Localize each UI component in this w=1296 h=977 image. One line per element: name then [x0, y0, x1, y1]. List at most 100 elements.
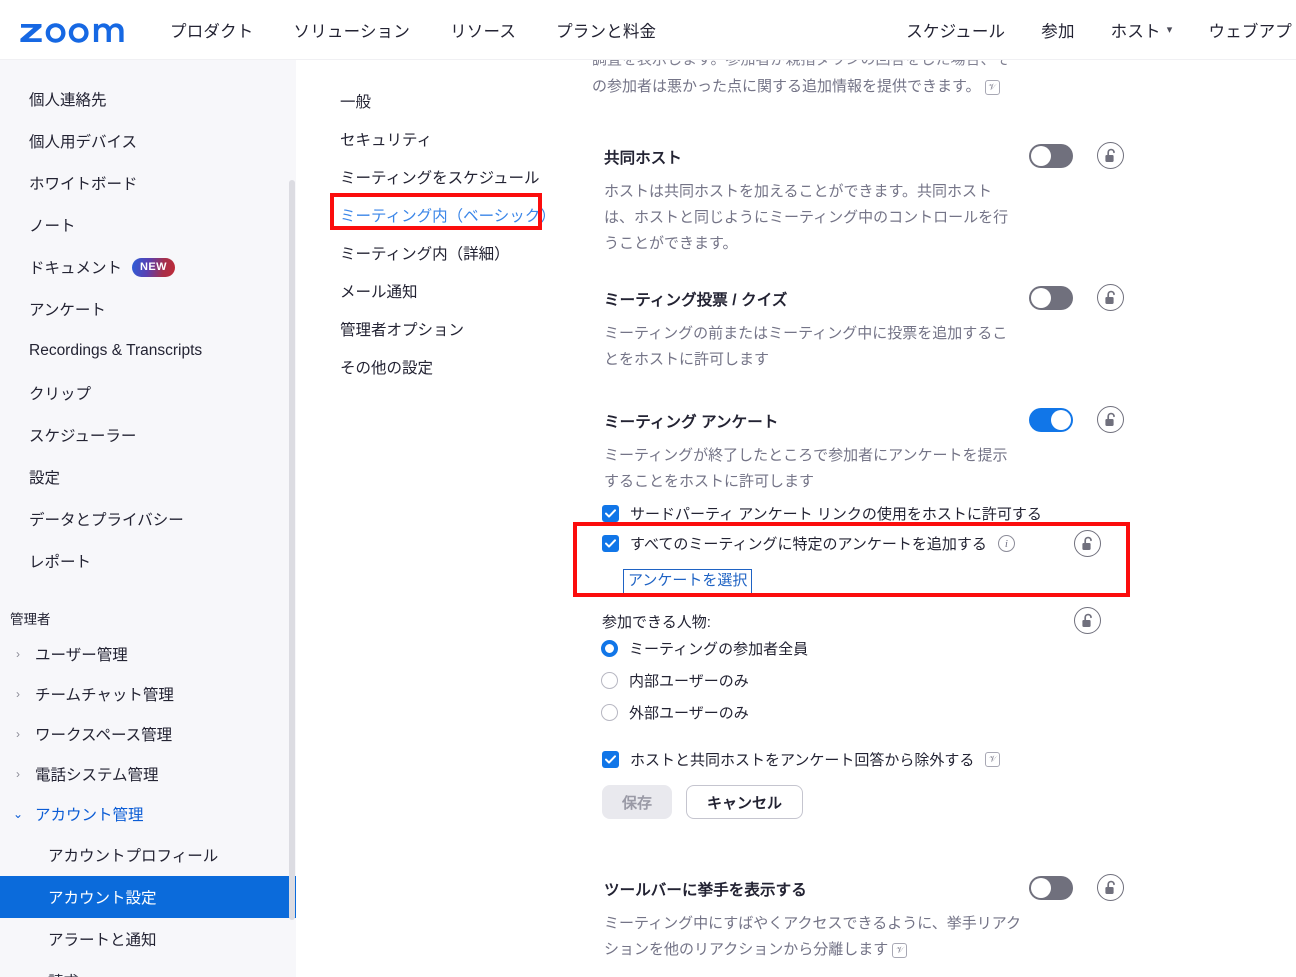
sidebar-item-account-profile[interactable]: アカウントプロフィール: [0, 834, 296, 876]
sidebar-item-billing[interactable]: 請求: [0, 960, 296, 977]
sidebar-item-label: ユーザー管理: [35, 647, 128, 664]
sidebar-item-label: クリップ: [29, 386, 92, 403]
specific-survey-checkbox[interactable]: [602, 535, 619, 552]
save-button[interactable]: 保存: [602, 785, 673, 819]
truncated-description: 調査を表示します。参加者が親指ダウンの回答をした場合、そ の参加者は悪かった点に…: [592, 60, 1012, 100]
nav-item-products[interactable]: プロダクト: [170, 18, 254, 42]
sidebar-item-account-settings[interactable]: アカウント設定: [0, 876, 296, 918]
sidebar-item-personal-contacts[interactable]: 個人連絡先: [0, 78, 296, 120]
checkbox-label: ホストと共同ホストをアンケート回答から除外する: [630, 752, 975, 769]
subnav-item-label: セキュリティ: [340, 132, 433, 149]
sidebar-item-account-management[interactable]: ⌄ アカウント管理: [0, 794, 296, 834]
radio-label: ミーティングの参加者全員: [629, 641, 809, 658]
truncated-description-line1: 調査を表示します。参加者が親指ダウンの回答をした場合、そ: [592, 60, 1012, 73]
info-icon[interactable]: i: [997, 535, 1015, 552]
subnav-item-in-meeting-basic[interactable]: ミーティング内（ベーシック）: [296, 196, 580, 234]
setting-controls: [1029, 284, 1124, 311]
nav-item-web-app[interactable]: ウェブアプ: [1209, 18, 1293, 42]
setting-meeting-survey: ミーティング アンケート ミーティングが終了したところで参加者にアンケートを提示…: [592, 406, 1292, 495]
sidebar-item-recordings-transcripts[interactable]: Recordings & Transcripts: [0, 330, 296, 372]
sidebar-item-reports[interactable]: レポート: [0, 540, 296, 582]
survey-toggle[interactable]: [1029, 407, 1073, 432]
sidebar-item-label: 設定: [29, 470, 61, 487]
sidebar-item-label: ホワイトボード: [29, 176, 138, 193]
sidebar-item-label: 個人用デバイス: [29, 134, 138, 151]
cancel-button[interactable]: キャンセル: [686, 785, 804, 819]
sidebar-item-label: Recordings & Transcripts: [29, 342, 203, 359]
raise-hand-toggle[interactable]: [1029, 875, 1073, 900]
sidebar-item-settings[interactable]: 設定: [0, 456, 296, 498]
setting-controls: [1029, 874, 1124, 901]
sidebar-item-label: 個人連絡先: [29, 92, 107, 109]
lock-unlocked-icon[interactable]: [1074, 530, 1101, 557]
settings-content: 調査を表示します。参加者が親指ダウンの回答をした場合、そ の参加者は悪かった点に…: [580, 60, 1296, 977]
lock-unlocked-icon[interactable]: [1097, 874, 1124, 901]
nav-item-host[interactable]: ホスト ▾: [1111, 18, 1173, 42]
sidebar-item-notes[interactable]: ノート: [0, 204, 296, 246]
checkbox-label: サードパーティ アンケート リンクの使用をホストに許可する: [630, 506, 1042, 523]
sidebar-item-label: スケジューラー: [29, 428, 137, 445]
sidebar-item-user-management[interactable]: › ユーザー管理: [0, 634, 296, 674]
subnav-item-admin-options[interactable]: 管理者オプション: [296, 310, 580, 348]
nav-item-resources[interactable]: リソース: [450, 18, 516, 42]
nav-item-schedule[interactable]: スケジュール: [906, 18, 1005, 42]
chevron-right-icon: ›: [16, 767, 20, 781]
v-badge-icon: 𝒱: [985, 752, 1001, 767]
sidebar-item-data-privacy[interactable]: データとプライバシー: [0, 498, 296, 540]
zoom-logo[interactable]: [18, 15, 126, 45]
sidebar-item-alerts-notifications[interactable]: アラートと通知: [0, 918, 296, 960]
setting-title: ツールバーに挙手を表示する: [604, 882, 807, 899]
sidebar-item-workspace-management[interactable]: › ワークスペース管理: [0, 714, 296, 754]
setting-description: ホストは共同ホストを加えることができます。共同ホストは、ホストと同じようにミーテ…: [604, 183, 1009, 252]
nav-item-solutions[interactable]: ソリューション: [294, 18, 411, 42]
subnav-item-label: その他の設定: [340, 360, 434, 377]
sidebar-scrollbar[interactable]: [289, 180, 295, 920]
subnav-item-email-notification[interactable]: メール通知: [296, 272, 580, 310]
who-can-participate-label: 参加できる人物:: [602, 614, 711, 631]
subnav-item-schedule-meeting[interactable]: ミーティングをスケジュール: [296, 158, 580, 196]
radio-internal-users[interactable]: [601, 672, 618, 689]
sidebar-item-label: チームチャット管理: [35, 687, 174, 704]
checkbox-row-third-party-survey: サードパーティ アンケート リンクの使用をホストに許可する: [602, 503, 1042, 524]
chevron-right-icon: ›: [16, 727, 20, 741]
subnav-item-label: ミーティング内（詳細）: [340, 246, 510, 263]
sidebar-item-label: アンケート: [29, 302, 106, 319]
sidebar-item-scheduler[interactable]: スケジューラー: [0, 414, 296, 456]
subnav-item-security[interactable]: セキュリティ: [296, 120, 580, 158]
third-party-survey-checkbox[interactable]: [602, 505, 619, 522]
sidebar-item-label: 請求: [48, 970, 79, 977]
sidebar-item-surveys[interactable]: アンケート: [0, 288, 296, 330]
nav-item-join[interactable]: 参加: [1041, 18, 1074, 42]
sidebar-item-personal-devices[interactable]: 個人用デバイス: [0, 120, 296, 162]
sidebar-item-team-chat-management[interactable]: › チームチャット管理: [0, 674, 296, 714]
setting-cohost: 共同ホスト ホストは共同ホストを加えることができます。共同ホストは、ホストと同じ…: [592, 142, 1292, 257]
nav-item-plans-pricing[interactable]: プランと料金: [556, 18, 656, 42]
setting-controls: [1029, 142, 1124, 169]
sidebar-item-clips[interactable]: クリップ: [0, 372, 296, 414]
sidebar-section-admin-title: 管理者: [10, 612, 51, 627]
exclude-hosts-checkbox[interactable]: [602, 751, 619, 768]
polling-toggle[interactable]: [1029, 285, 1073, 310]
sidebar-item-phone-system-management[interactable]: › 電話システム管理: [0, 754, 296, 794]
subnav-item-general[interactable]: 一般: [296, 82, 580, 120]
chevron-down-icon: ▾: [1166, 24, 1173, 36]
radio-all-participants[interactable]: [601, 640, 618, 657]
sidebar-item-label: データとプライバシー: [29, 512, 184, 529]
lock-unlocked-icon[interactable]: [1097, 142, 1124, 169]
checkbox-row-exclude-hosts: ホストと共同ホストをアンケート回答から除外する 𝒱: [602, 749, 1001, 770]
lock-unlocked-icon[interactable]: [1097, 406, 1124, 433]
nav-item-host-label: ホスト: [1110, 22, 1161, 41]
sidebar-item-label: ノート: [29, 218, 76, 235]
lock-unlocked-icon[interactable]: [1097, 284, 1124, 311]
cohost-toggle[interactable]: [1029, 143, 1073, 168]
radio-row-external-users: 外部ユーザーのみ: [601, 702, 749, 723]
radio-external-users[interactable]: [601, 704, 618, 721]
setting-description-text: ミーティング中にすばやくアクセスできるように、挙手リアクションを他のリアクション…: [604, 915, 1022, 958]
radio-label: 内部ユーザーのみ: [629, 673, 749, 690]
subnav-item-in-meeting-advanced[interactable]: ミーティング内（詳細）: [296, 234, 580, 272]
sidebar-item-documents[interactable]: ドキュメント NEW: [0, 246, 296, 288]
subnav-item-other-settings[interactable]: その他の設定: [296, 348, 580, 386]
sidebar-item-whiteboard[interactable]: ホワイトボード: [0, 162, 296, 204]
lock-unlocked-icon[interactable]: [1074, 607, 1101, 634]
select-survey-link[interactable]: アンケートを選択: [623, 569, 753, 594]
